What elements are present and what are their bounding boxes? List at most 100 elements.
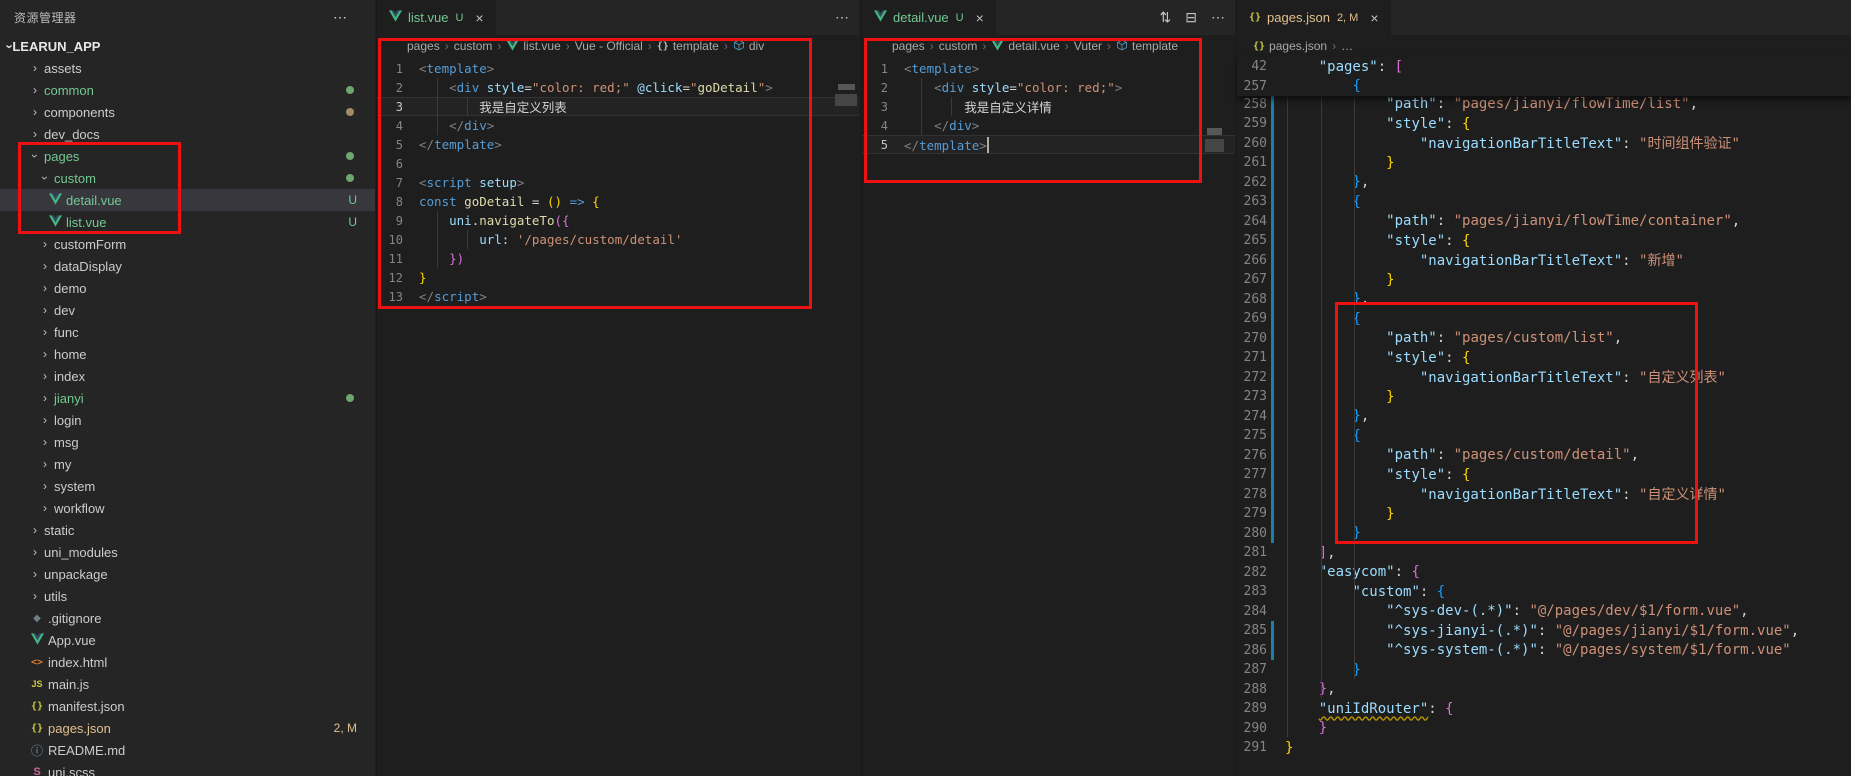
breadcrumb-item[interactable]: … xyxy=(1341,39,1353,53)
breadcrumb-item[interactable]: custom xyxy=(454,39,493,53)
tree-item-list-vue[interactable]: list.vueU xyxy=(0,211,375,233)
tree-item-uni-scss[interactable]: Suni.scss xyxy=(0,761,375,776)
breadcrumb-item[interactable]: custom xyxy=(939,39,978,53)
breadcrumb-item[interactable]: {}template xyxy=(657,39,719,53)
code-line-269[interactable]: 269 { xyxy=(1237,309,1851,329)
tree-item-jianyi[interactable]: ›jianyi xyxy=(0,387,375,409)
tree-item-common[interactable]: ›common xyxy=(0,79,375,101)
tree-item-components[interactable]: ›components xyxy=(0,101,375,123)
tab-pages-json[interactable]: {} pages.json 2, M × xyxy=(1237,0,1391,35)
tree-item--gitignore[interactable]: ◆.gitignore xyxy=(0,607,375,629)
code-editor-pages-json[interactable]: 258 "path": "pages/jianyi/flowTime/list"… xyxy=(1237,57,1851,758)
code-line-287[interactable]: 287 } xyxy=(1237,660,1851,680)
code-line-5[interactable]: 5</template> xyxy=(862,135,1235,154)
code-line-9[interactable]: 9 uni.navigateTo({ xyxy=(377,211,859,230)
sticky-scroll[interactable]: 42 "pages": [257 { xyxy=(1237,57,1851,96)
code-line-258[interactable]: 258 "path": "pages/jianyi/flowTime/list"… xyxy=(1237,95,1851,115)
code-line-265[interactable]: 265 "style": { xyxy=(1237,231,1851,251)
code-line-13[interactable]: 13</script> xyxy=(377,287,859,306)
breadcrumb-item[interactable]: template xyxy=(1116,39,1178,54)
more-actions-icon[interactable]: ⋯ xyxy=(835,9,849,26)
code-line-12[interactable]: 12} xyxy=(377,268,859,287)
tree-item-my[interactable]: ›my xyxy=(0,453,375,475)
tree-item-index-html[interactable]: <>index.html xyxy=(0,651,375,673)
tree-item-app-vue[interactable]: App.vue xyxy=(0,629,375,651)
code-line-289[interactable]: 289 "uniIdRouter": { xyxy=(1237,699,1851,719)
code-line-270[interactable]: 270 "path": "pages/custom/list", xyxy=(1237,329,1851,349)
tree-item-home[interactable]: ›home xyxy=(0,343,375,365)
code-line-7[interactable]: 7<script setup> xyxy=(377,173,859,192)
code-line-273[interactable]: 273 } xyxy=(1237,387,1851,407)
code-line-10[interactable]: 10 url: '/pages/custom/detail' xyxy=(377,230,859,249)
code-line-268[interactable]: 268 }, xyxy=(1237,290,1851,310)
code-line-3[interactable]: 3 我是自定义详情 xyxy=(862,97,1235,116)
tree-root-learun-app[interactable]: › LEARUN_APP xyxy=(0,35,375,57)
more-actions-icon[interactable]: ⋯ xyxy=(1211,9,1225,26)
code-line-261[interactable]: 261 } xyxy=(1237,153,1851,173)
code-line-286[interactable]: 286 "^sys-system-(.*)": "@/pages/system/… xyxy=(1237,641,1851,661)
code-line-274[interactable]: 274 }, xyxy=(1237,407,1851,427)
code-line-271[interactable]: 271 "style": { xyxy=(1237,348,1851,368)
tree-item-pages[interactable]: ›pages xyxy=(0,145,375,167)
code-line-290[interactable]: 290 } xyxy=(1237,719,1851,739)
breadcrumb-item[interactable]: pages xyxy=(892,39,925,53)
code-line-279[interactable]: 279 } xyxy=(1237,504,1851,524)
code-line-1[interactable]: 1<template> xyxy=(377,59,859,78)
code-line-42[interactable]: 42 "pages": [ xyxy=(1237,57,1851,77)
tree-item-func[interactable]: ›func xyxy=(0,321,375,343)
code-line-4[interactable]: 4 </div> xyxy=(377,116,859,135)
breadcrumb-item[interactable]: Vuter xyxy=(1074,39,1102,53)
code-line-282[interactable]: 282 "easycom": { xyxy=(1237,563,1851,583)
code-line-275[interactable]: 275 { xyxy=(1237,426,1851,446)
tree-item-main-js[interactable]: JSmain.js xyxy=(0,673,375,695)
tree-item-datadisplay[interactable]: ›dataDisplay xyxy=(0,255,375,277)
code-line-2[interactable]: 2 <div style="color: red;" @click="goDet… xyxy=(377,78,859,97)
code-line-288[interactable]: 288 }, xyxy=(1237,680,1851,700)
code-line-1[interactable]: 1<template> xyxy=(862,59,1235,78)
tab-detail-vue[interactable]: detail.vue U × xyxy=(862,0,996,35)
code-line-4[interactable]: 4 </div> xyxy=(862,116,1235,135)
tab-list-vue[interactable]: list.vue U × xyxy=(377,0,496,35)
code-editor-detail-vue[interactable]: 1<template>2 <div style="color: red;">3 … xyxy=(862,57,1235,154)
code-line-260[interactable]: 260 "navigationBarTitleText": "时间组件验证" xyxy=(1237,134,1851,154)
tree-item-uni-modules[interactable]: ›uni_modules xyxy=(0,541,375,563)
breadcrumb-item[interactable]: Vue - Official xyxy=(575,39,643,53)
tree-item-customform[interactable]: ›customForm xyxy=(0,233,375,255)
close-tab-icon[interactable]: × xyxy=(1370,10,1378,26)
tree-item-workflow[interactable]: ›workflow xyxy=(0,497,375,519)
breadcrumb-item[interactable]: detail.vue xyxy=(991,39,1059,54)
close-tab-icon[interactable]: × xyxy=(475,10,483,26)
code-line-2[interactable]: 2 <div style="color: red;"> xyxy=(862,78,1235,97)
tree-item-detail-vue[interactable]: detail.vueU xyxy=(0,189,375,211)
breadcrumb-item[interactable]: div xyxy=(733,39,764,54)
tree-item-system[interactable]: ›system xyxy=(0,475,375,497)
code-line-284[interactable]: 284 "^sys-dev-(.*)": "@/pages/dev/$1/for… xyxy=(1237,602,1851,622)
tree-item-msg[interactable]: ›msg xyxy=(0,431,375,453)
code-line-277[interactable]: 277 "style": { xyxy=(1237,465,1851,485)
code-line-257[interactable]: 257 { xyxy=(1237,77,1851,97)
code-line-3[interactable]: 3 我是自定义列表 xyxy=(377,97,859,116)
tree-item-assets[interactable]: ›assets xyxy=(0,57,375,79)
tree-item-unpackage[interactable]: ›unpackage xyxy=(0,563,375,585)
code-line-262[interactable]: 262 }, xyxy=(1237,173,1851,193)
code-line-285[interactable]: 285 "^sys-jianyi-(.*)": "@/pages/jianyi/… xyxy=(1237,621,1851,641)
breadcrumb-item[interactable]: pages xyxy=(407,39,440,53)
code-line-11[interactable]: 11 }) xyxy=(377,249,859,268)
code-line-281[interactable]: 281 ], xyxy=(1237,543,1851,563)
code-line-291[interactable]: 291} xyxy=(1237,738,1851,758)
close-tab-icon[interactable]: × xyxy=(976,10,984,26)
tree-item-utils[interactable]: ›utils xyxy=(0,585,375,607)
code-line-280[interactable]: 280 } xyxy=(1237,524,1851,544)
code-line-263[interactable]: 263 { xyxy=(1237,192,1851,212)
code-line-264[interactable]: 264 "path": "pages/jianyi/flowTime/conta… xyxy=(1237,212,1851,232)
code-line-283[interactable]: 283 "custom": { xyxy=(1237,582,1851,602)
tree-item-demo[interactable]: ›demo xyxy=(0,277,375,299)
code-line-259[interactable]: 259 "style": { xyxy=(1237,114,1851,134)
tree-item-dev[interactable]: ›dev xyxy=(0,299,375,321)
code-line-8[interactable]: 8const goDetail = () => { xyxy=(377,192,859,211)
code-line-278[interactable]: 278 "navigationBarTitleText": "自定义详情" xyxy=(1237,485,1851,505)
code-line-5[interactable]: 5</template> xyxy=(377,135,859,154)
tree-item-index[interactable]: ›index xyxy=(0,365,375,387)
breadcrumb-item[interactable]: list.vue xyxy=(506,39,560,54)
tree-item-manifest-json[interactable]: {}manifest.json xyxy=(0,695,375,717)
